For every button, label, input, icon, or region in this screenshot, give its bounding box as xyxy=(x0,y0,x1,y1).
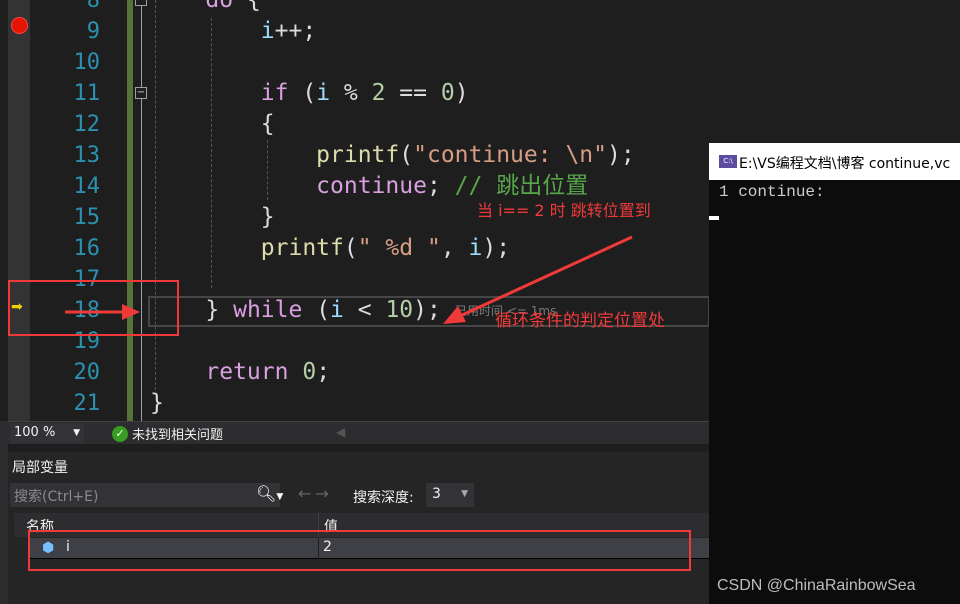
annotation-arrow-while xyxy=(459,235,633,318)
annotation-arrow-head xyxy=(122,304,140,320)
watermark: CSDN @ChinaRainbowSea xyxy=(717,577,916,594)
annotation-arrows xyxy=(65,235,633,324)
